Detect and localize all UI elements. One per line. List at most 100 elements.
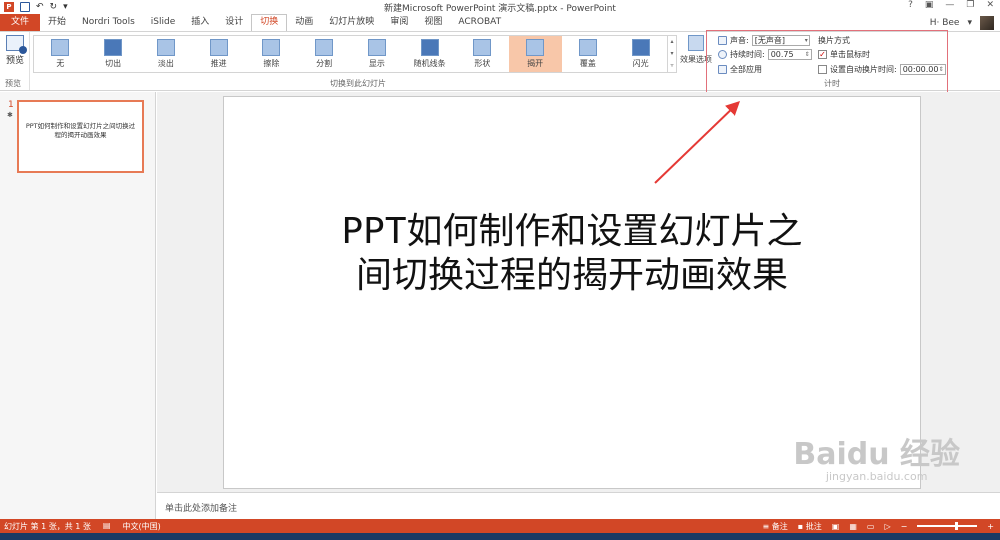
watermark-sub: jingyan.baidu.com: [825, 470, 928, 483]
preview-button[interactable]: 预览: [2, 35, 28, 66]
status-bar: 幻灯片 第 1 张，共 1 张 ▤ 中文(中国) ≡ 备注 ▪ 批注 ▣ ▦ ▭…: [0, 519, 1000, 533]
restore-button[interactable]: ❐: [966, 0, 974, 10]
gallery-scrollbar[interactable]: ▴ ▾ ▿: [668, 35, 677, 73]
none-transition-icon: [51, 39, 70, 56]
tab-file[interactable]: 文件: [0, 14, 41, 31]
customize-toolbar-icon[interactable]: ▾: [63, 2, 68, 12]
effect-fade[interactable]: 淡出: [140, 36, 193, 72]
effect-label: 推进: [210, 59, 227, 68]
help-button[interactable]: ?: [908, 0, 913, 10]
tab-nordri-tools[interactable]: Nordri Tools: [74, 14, 143, 31]
tab-review[interactable]: 审阅: [382, 14, 416, 31]
user-account[interactable]: H· Bee ▾: [930, 14, 994, 31]
slide-thumbnail-text: PPT如何制作和设置幻灯片之间切换过程的揭开动画效果: [25, 122, 136, 139]
tab-home[interactable]: 开始: [40, 14, 74, 31]
uncover-transition-icon: [526, 39, 545, 56]
tab-design[interactable]: 设计: [217, 14, 251, 31]
preview-group-label: 预览: [5, 79, 21, 88]
effect-label: 揭开: [527, 59, 544, 68]
transition-star-icon: ✱: [7, 111, 13, 119]
effect-label: 擦除: [263, 59, 280, 68]
title-bar: P ↶ ↻ ▾ 新建Microsoft PowerPoint 演示文稿.pptx…: [0, 0, 1000, 14]
effect-label: 分割: [316, 59, 333, 68]
effect-label: 显示: [368, 59, 385, 68]
windows-taskbar: [0, 533, 1000, 540]
slide-thumbnail[interactable]: PPT如何制作和设置幻灯片之间切换过程的揭开动画效果: [17, 100, 144, 173]
comments-toggle-label: 批注: [805, 521, 822, 531]
slide-title-line-2: 间切换过程的揭开动画效果: [355, 255, 788, 296]
watermark-main: Baidu 经验: [793, 437, 960, 472]
preview-label: 预览: [5, 56, 24, 66]
cover-transition-icon: [578, 39, 597, 56]
slide-info: 幻灯片 第 1 张，共 1 张: [4, 521, 91, 531]
tab-islide[interactable]: iSlide: [143, 14, 183, 31]
transition-group-label: 切换到此幻灯片: [330, 79, 386, 88]
normal-view-icon[interactable]: ▣: [832, 522, 840, 531]
preview-group: 预览 预览: [0, 32, 30, 90]
undo-icon[interactable]: ↶: [36, 2, 44, 12]
notes-toggle-label: 备注: [771, 521, 788, 531]
language-indicator[interactable]: 中文(中国): [122, 521, 160, 532]
slide-sorter-icon[interactable]: ▦: [849, 522, 857, 531]
minimize-button[interactable]: —: [945, 0, 954, 10]
ribbon-tabs: 文件 开始 Nordri Tools iSlide 插入 设计 切换 动画 幻灯…: [0, 14, 1000, 31]
reading-view-icon[interactable]: ▭: [867, 522, 875, 531]
comments-toggle[interactable]: ▪ 批注: [798, 521, 822, 532]
close-button[interactable]: ✕: [986, 0, 994, 10]
slide-number: 1: [8, 100, 14, 110]
zoom-out-icon[interactable]: −: [901, 522, 908, 531]
slide-title-line-1: PPT如何制作和设置幻灯片之: [341, 211, 803, 252]
random-bars-transition-icon: [420, 39, 439, 56]
tab-view[interactable]: 视图: [416, 14, 450, 31]
redo-icon[interactable]: ↻: [50, 2, 58, 12]
preview-icon: [6, 35, 27, 54]
quick-access-toolbar: P ↶ ↻ ▾: [0, 2, 68, 12]
slideshow-icon[interactable]: ▷: [884, 522, 890, 531]
effect-reveal[interactable]: 显示: [351, 36, 404, 72]
tab-animations[interactable]: 动画: [287, 14, 321, 31]
highlight-box: [706, 30, 948, 97]
notes-placeholder: 单击此处添加备注: [165, 504, 238, 514]
notes-toggle[interactable]: ≡ 备注: [763, 521, 788, 532]
effect-push[interactable]: 推进: [192, 36, 245, 72]
effect-none[interactable]: 无: [34, 36, 87, 72]
effect-flash[interactable]: 闪光: [614, 36, 667, 72]
effect-random-bars[interactable]: 随机线条: [403, 36, 456, 72]
save-icon[interactable]: [20, 2, 30, 12]
zoom-slider[interactable]: [917, 522, 978, 530]
tab-acrobat[interactable]: ACROBAT: [450, 14, 509, 31]
effect-split[interactable]: 分割: [298, 36, 351, 72]
slide-editor: PPT如何制作和设置幻灯片之 间切换过程的揭开动画效果 Baidu 经验 jin…: [157, 92, 1000, 492]
effect-label: 切出: [105, 59, 122, 68]
ribbon-display-button[interactable]: ▣: [925, 0, 934, 10]
zoom-in-icon[interactable]: +: [987, 522, 994, 531]
split-transition-icon: [315, 39, 334, 56]
baidu-watermark: Baidu 经验 jingyan.baidu.com: [793, 440, 960, 484]
wipe-transition-icon: [262, 39, 281, 56]
effect-cut[interactable]: 切出: [87, 36, 140, 72]
effect-label: 随机线条: [413, 59, 446, 68]
user-name: H· Bee: [929, 17, 960, 28]
slide-canvas[interactable]: PPT如何制作和设置幻灯片之 间切换过程的揭开动画效果: [223, 96, 921, 489]
effect-label: 形状: [474, 59, 491, 68]
effect-wipe[interactable]: 擦除: [245, 36, 298, 72]
proofing-icon[interactable]: ▤: [103, 521, 111, 532]
transition-gallery: 无 切出 淡出 推进 擦除 分割 显示 随机线条 形状 揭开 覆盖 闪光: [33, 35, 668, 73]
reveal-transition-icon: [367, 39, 386, 56]
slide-title[interactable]: PPT如何制作和设置幻灯片之 间切换过程的揭开动画效果: [224, 210, 920, 298]
effect-uncover[interactable]: 揭开: [508, 36, 562, 72]
tab-insert[interactable]: 插入: [183, 14, 217, 31]
effect-shape[interactable]: 形状: [456, 36, 509, 72]
avatar[interactable]: [980, 15, 994, 30]
tab-slideshow[interactable]: 幻灯片放映: [321, 14, 382, 31]
effect-label: 覆盖: [579, 59, 596, 68]
effect-label: 淡出: [157, 59, 174, 68]
slides-pane: 1 ✱ PPT如何制作和设置幻灯片之间切换过程的揭开动画效果: [0, 92, 156, 519]
effect-cover[interactable]: 覆盖: [562, 36, 615, 72]
user-menu-chevron-icon: ▾: [967, 17, 972, 28]
notes-pane[interactable]: 单击此处添加备注: [157, 492, 1000, 519]
cut-transition-icon: [104, 39, 123, 56]
tab-transitions[interactable]: 切换: [251, 14, 288, 31]
effect-options-icon: [688, 35, 704, 51]
powerpoint-logo-icon: P: [4, 2, 14, 12]
